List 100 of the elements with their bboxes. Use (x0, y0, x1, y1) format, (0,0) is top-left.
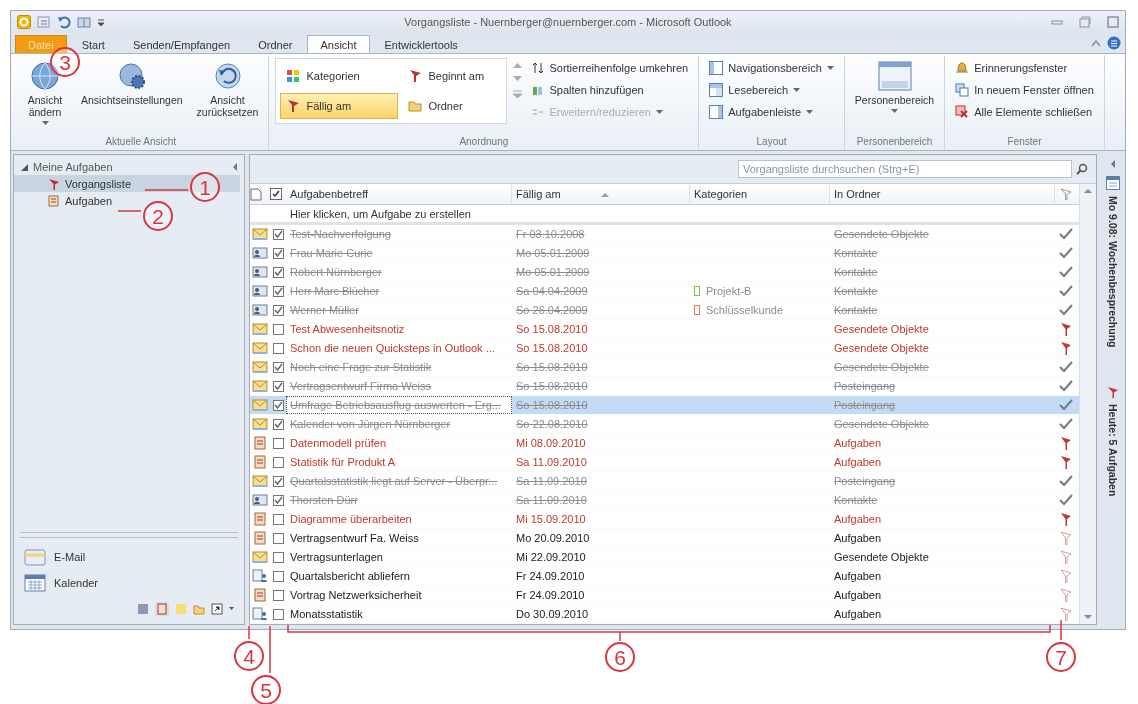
search-icon[interactable] (1076, 163, 1088, 175)
column-header[interactable]: In Ordner (830, 184, 1055, 204)
checkbox[interactable] (272, 532, 284, 544)
checkbox[interactable] (272, 608, 284, 620)
check-icon[interactable] (1059, 228, 1073, 240)
task-row[interactable]: Herr Marc Blücher Sa 04.04.2009 Projekt-B Kontakte (250, 282, 1079, 301)
check-icon[interactable] (1059, 266, 1073, 278)
task-row[interactable]: Thorsten Dürr Sa 11.09.2010 Kontakte (250, 491, 1079, 510)
arrange-option[interactable]: Beginnt am (402, 63, 503, 89)
tree-header[interactable]: Meine Aufgaben (33, 161, 113, 173)
ribbon-tab[interactable]: Entwicklertools (371, 35, 471, 53)
todo-item[interactable]: Mo 9.08: Wochenbesprechung (1107, 196, 1119, 348)
task-row[interactable]: Datenmodell prüfen Mi 08.09.2010 Aufgaben (250, 434, 1079, 453)
checkbox[interactable] (272, 475, 284, 487)
collapse-arrow-icon[interactable] (232, 163, 238, 171)
task-row[interactable]: Kalender von Jürgen Nürnberger So 22.08.2010 Gesendete Objekte (250, 415, 1079, 434)
tasks-icon[interactable] (155, 602, 169, 616)
checkbox[interactable] (272, 342, 284, 354)
column-header[interactable]: Kategorien (690, 184, 830, 204)
arrange-option[interactable]: Kategorien (280, 63, 399, 89)
new-task-prompt[interactable]: Hier klicken, um Aufgabe zu erstellen (250, 205, 1079, 225)
task-row[interactable]: Test-Nachverfolgung Fr 03.10.2008 Gesendete Objekte (250, 225, 1079, 244)
ribbon-button[interactable]: Spalten hinzufügen (528, 80, 693, 100)
task-row[interactable]: Quartalsbericht abliefern Fr 24.09.2010 Aufgaben (250, 567, 1079, 586)
task-row[interactable]: Noch eine Frage zur Statistik So 15.08.2010 Gesendete Objekte (250, 358, 1079, 377)
todo-item[interactable]: Heute: 5 Aufgaben (1107, 403, 1119, 496)
ribbon-button[interactable]: Alle Elemente schließen (951, 102, 1098, 122)
checkbox[interactable] (272, 266, 284, 278)
task-row[interactable]: Schon die neuen Quicksteps in Outlook ... So 15.08.2010 Gesendete Objekte (250, 339, 1079, 358)
flag-icon[interactable] (1060, 455, 1072, 469)
checkbox[interactable] (272, 494, 284, 506)
check-icon[interactable] (1059, 247, 1073, 259)
checkbox[interactable] (272, 228, 284, 240)
task-row[interactable]: Robert Nürnberger Mo 05.01.2009 Kontakte (250, 263, 1079, 282)
scroll-down-icon[interactable] (513, 76, 523, 82)
task-row[interactable]: Werner Müller So 26.04.2009 Schlüsselkunde Kontakte (250, 301, 1079, 320)
task-row[interactable]: Diagramme überarbeiten Mi 15.09.2010 Aufgaben (250, 510, 1079, 529)
contacts-icon[interactable] (137, 603, 149, 615)
ribbon-tab[interactable]: Senden/Empfangen (119, 35, 244, 53)
check-icon[interactable] (1059, 361, 1073, 373)
module-button[interactable]: Kalender (14, 570, 244, 596)
checkbox[interactable] (272, 323, 284, 335)
flag-filter-icon[interactable] (1060, 188, 1072, 200)
task-row[interactable]: Test Abwesenheitsnotiz So 15.08.2010 Gesendete Objekte (250, 320, 1079, 339)
ribbon-button[interactable]: Ansichtseinstellungen (77, 58, 187, 109)
customize-caret-icon[interactable] (97, 17, 105, 27)
task-row[interactable]: Statistik für Produkt A Sa 11.09.2010 Aufgaben (250, 453, 1079, 472)
check-icon[interactable] (1059, 475, 1073, 487)
task-row[interactable]: Vertragsunterlagen Mi 22.09.2010 Gesendete Objekte (250, 548, 1079, 567)
ribbon-tab[interactable]: Ordner (245, 35, 306, 53)
check-icon[interactable] (1059, 285, 1073, 297)
task-row[interactable]: Vertragsentwurf Fa. Weiss Mo 20.09.2010 Aufgaben (250, 529, 1079, 548)
search-field[interactable]: Vorgangsliste durchsuchen (Strg+E) (738, 160, 1072, 178)
expand-arrow-icon[interactable] (1110, 160, 1116, 168)
checkbox[interactable] (272, 361, 284, 373)
task-row[interactable]: Frau Marie Curie Mo 05.01.2009 Kontakte (250, 244, 1079, 263)
checkbox[interactable] (272, 247, 284, 259)
collapse-ribbon-icon[interactable] (1091, 39, 1101, 47)
arrange-option[interactable]: Ordner (402, 93, 503, 119)
checkbox[interactable] (272, 513, 284, 525)
check-icon[interactable] (1059, 418, 1073, 430)
task-row[interactable]: Monatsstatistik Do 30.09.2010 Aufgaben (250, 605, 1079, 624)
ribbon-button[interactable]: Personenbereich (850, 58, 939, 117)
column-header[interactable]: Fällig am (512, 184, 690, 204)
checkbox[interactable] (272, 570, 284, 582)
checkbox[interactable] (272, 285, 284, 297)
checkbox[interactable] (272, 551, 284, 563)
ribbon-button[interactable]: Aufgabenleiste (705, 102, 838, 122)
module-button[interactable]: E-Mail (14, 544, 244, 570)
ribbon-button[interactable]: Sortierreihenfolge umkehren (528, 58, 693, 78)
task-row[interactable]: Quartalsstatistik liegt auf Server - Überpr... Sa 11.09.2010 Posteingang (250, 472, 1079, 491)
maximize-icon[interactable] (1107, 16, 1119, 28)
check-icon[interactable] (1059, 494, 1073, 506)
flag-icon[interactable] (1060, 436, 1072, 450)
flag-icon[interactable] (1060, 341, 1072, 355)
ribbon-button[interactable]: Navigationsbereich (705, 58, 838, 78)
app-icon[interactable] (17, 15, 31, 29)
configure-caret-icon[interactable] (229, 607, 234, 611)
triangle-icon[interactable] (20, 162, 29, 172)
flag-icon[interactable] (1060, 322, 1072, 336)
ribbon-button[interactable]: Erinnerungsfenster (951, 58, 1098, 78)
shortcut-icon[interactable] (211, 603, 223, 615)
checkbox[interactable] (272, 437, 284, 449)
check-icon[interactable] (1059, 399, 1073, 411)
flag-icon[interactable] (1060, 512, 1072, 526)
ribbon-tab[interactable]: Ansicht (307, 35, 370, 53)
check-icon[interactable] (1059, 304, 1073, 316)
arrange-option[interactable]: Fällig am (280, 93, 399, 119)
checkbox[interactable] (272, 399, 284, 411)
ribbon-button[interactable]: Ansicht zurücksetzen (192, 58, 263, 121)
help-icon[interactable] (1107, 36, 1121, 50)
checkbox[interactable] (272, 418, 284, 430)
ribbon-button[interactable]: In neuem Fenster öffnen (951, 80, 1098, 100)
checkbox[interactable] (272, 380, 284, 392)
task-row[interactable]: Vortrag Netzwerksicherheit Fr 24.09.2010 Aufgaben (250, 586, 1079, 605)
checkbox[interactable] (272, 589, 284, 601)
book-icon[interactable] (77, 15, 91, 29)
column-header[interactable]: Aufgabenbetreff (286, 184, 512, 204)
scroll-up-icon[interactable] (1084, 188, 1092, 193)
check-icon[interactable] (1059, 380, 1073, 392)
